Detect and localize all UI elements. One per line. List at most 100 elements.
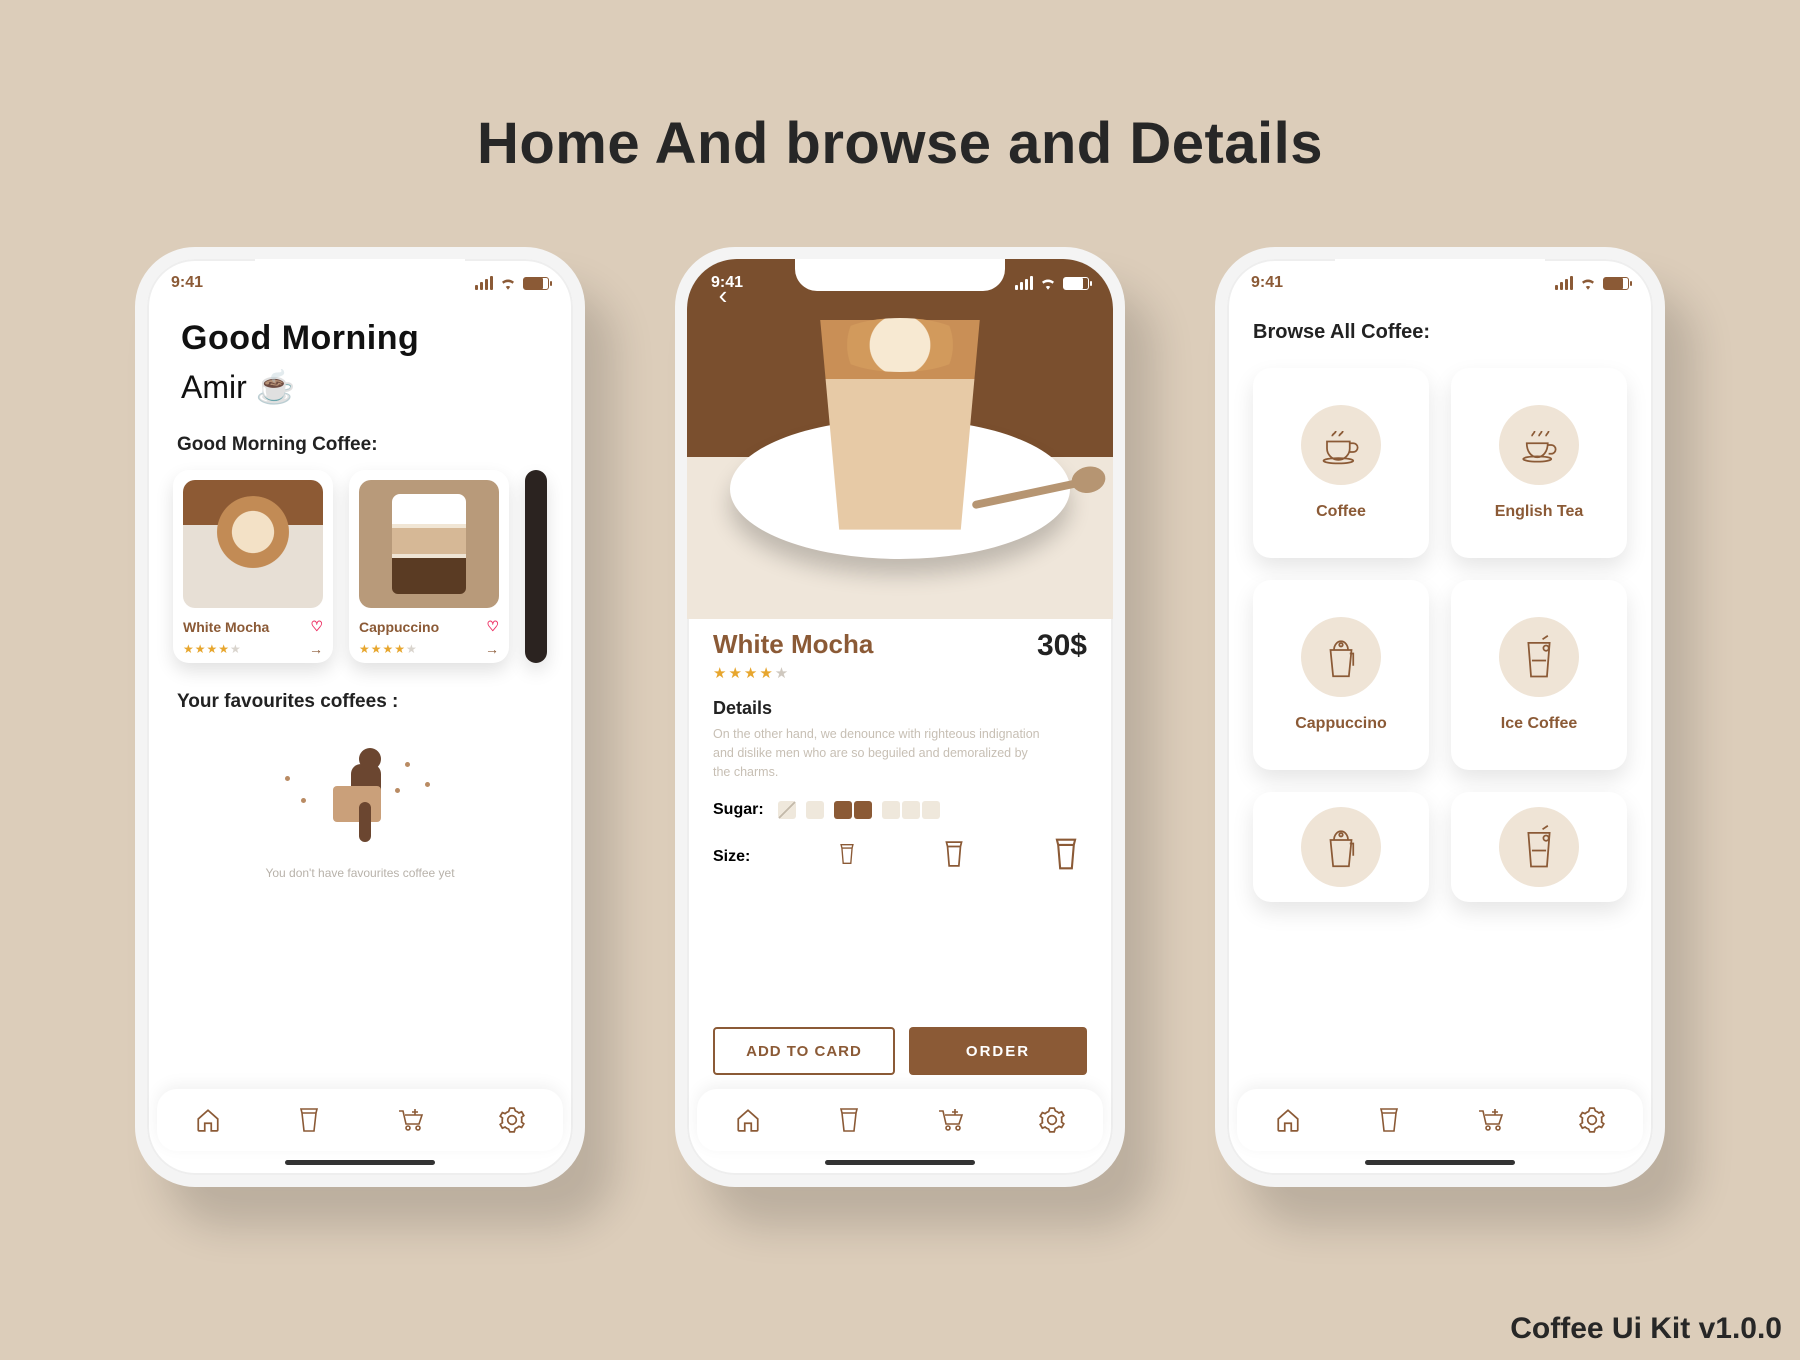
size-small-icon[interactable] [838,843,856,870]
browse-screen: Browse All Coffee: Coffee English Tea [1227,259,1653,1175]
coffee-card[interactable]: Cappuccino ♡ ★★★★★ → [349,470,509,663]
status-time: 9:41 [171,274,203,292]
category-label: English Tea [1495,503,1584,521]
status-icons [1555,276,1629,290]
order-button[interactable]: ORDER [909,1027,1087,1075]
empty-illustration [315,742,405,852]
tab-settings[interactable] [1030,1098,1074,1142]
page-title: Home And browse and Details [0,0,1800,177]
coffee-thumb [359,480,499,608]
coffee-card-peek[interactable] [525,470,547,663]
favourites-empty-caption: You don't have favourites coffee yet [265,866,454,880]
heart-icon[interactable]: ♡ [310,618,323,635]
phone-detail: 9:41 ‹ White Mocha ★★★★★ 30$ Details On … [675,247,1125,1187]
detail-body: White Mocha ★★★★★ 30$ Details On the oth… [713,629,1087,1075]
product-hero-image [687,259,1113,619]
category-label: Cappuccino [1295,715,1387,733]
coffee-card[interactable]: White Mocha ♡ ★★★★★ → [173,470,333,663]
rating-stars: ★★★★★ [359,642,418,656]
sugar-option-none[interactable] [778,801,796,819]
product-description: On the other hand, we denounce with righ… [713,725,1043,781]
product-price: 30$ [1037,629,1087,663]
arrow-right-icon[interactable]: → [485,641,499,657]
phones-stage: 9:41 Good Morning Amir ☕ Good Morning Co… [0,247,1800,1187]
category-card-english-tea[interactable]: English Tea [1451,368,1627,558]
category-card[interactable] [1451,792,1627,902]
tab-coffee[interactable] [827,1098,871,1142]
product-title: White Mocha [713,629,873,660]
tab-cart[interactable] [929,1098,973,1142]
cappuccino-icon [1301,807,1381,887]
home-indicator [1365,1160,1515,1165]
sugar-option-3[interactable] [882,801,940,819]
section-fav-label: Your favourites coffees : [177,691,547,713]
status-bar: 9:41 [171,269,549,297]
tab-settings[interactable] [1570,1098,1614,1142]
home-screen: Good Morning Amir ☕ Good Morning Coffee:… [147,259,573,1175]
back-button[interactable]: ‹ [705,277,741,313]
cappuccino-icon [1301,617,1381,697]
coffee-name: Cappuccino [359,619,439,635]
status-bar: 9:41 [711,269,1089,297]
sugar-row: Sugar: [713,801,1087,819]
greeting-line2: Amir ☕ [181,368,547,406]
phone-browse: 9:41 Browse All Coffee: Coffee [1215,247,1665,1187]
category-label: Coffee [1316,503,1366,521]
sugar-option-1[interactable] [806,801,824,819]
kit-version-label: Coffee Ui Kit v1.0.0 [1510,1312,1782,1346]
categories-grid: Coffee English Tea Cappuccino [1253,368,1627,902]
tab-home[interactable] [1266,1098,1310,1142]
sugar-option-2-selected[interactable] [834,801,872,819]
size-medium-icon[interactable] [943,840,965,873]
size-row: Size: [713,837,1087,876]
category-card[interactable] [1253,792,1429,902]
size-label: Size: [713,848,750,866]
morning-cards-row: White Mocha ♡ ★★★★★ → Cappuccino ♡ [173,470,547,663]
battery-icon [1603,277,1629,290]
cta-row: ADD TO CARD ORDER [713,1027,1087,1075]
phone-home: 9:41 Good Morning Amir ☕ Good Morning Co… [135,247,585,1187]
tab-home[interactable] [186,1098,230,1142]
category-card-coffee[interactable]: Coffee [1253,368,1429,558]
status-time: 9:41 [1251,274,1283,292]
status-bar: 9:41 [1251,269,1629,297]
tab-coffee[interactable] [1367,1098,1411,1142]
details-heading: Details [713,698,1087,719]
wifi-icon [499,276,517,290]
greeting-line1: Good Morning [181,319,547,358]
signal-icon [1015,276,1033,290]
category-card-ice-coffee[interactable]: Ice Coffee [1451,580,1627,770]
tab-home[interactable] [726,1098,770,1142]
battery-icon [1063,277,1089,290]
tab-bar [697,1089,1103,1151]
status-icons [1015,276,1089,290]
section-morning-label: Good Morning Coffee: [177,434,547,456]
tab-cart[interactable] [389,1098,433,1142]
coffee-thumb [183,480,323,608]
coffee-name: White Mocha [183,619,269,635]
tab-bar [1237,1089,1643,1151]
wifi-icon [1039,276,1057,290]
coffee-cup-icon [1301,405,1381,485]
rating-stars: ★★★★★ [713,664,873,682]
add-to-cart-button[interactable]: ADD TO CARD [713,1027,895,1075]
sugar-label: Sugar: [713,801,764,819]
favourites-empty-state: You don't have favourites coffee yet [173,731,547,891]
rating-stars: ★★★★★ [183,642,242,656]
tab-cart[interactable] [1469,1098,1513,1142]
signal-icon [475,276,493,290]
ice-coffee-icon [1499,617,1579,697]
category-card-cappuccino[interactable]: Cappuccino [1253,580,1429,770]
wifi-icon [1579,276,1597,290]
ice-coffee-icon [1499,807,1579,887]
heart-icon[interactable]: ♡ [486,618,499,635]
home-indicator [825,1160,975,1165]
category-label: Ice Coffee [1501,715,1577,733]
tab-coffee[interactable] [287,1098,331,1142]
arrow-right-icon[interactable]: → [309,641,323,657]
tab-settings[interactable] [490,1098,534,1142]
status-icons [475,276,549,290]
signal-icon [1555,276,1573,290]
size-large-icon[interactable] [1053,837,1079,876]
browse-heading: Browse All Coffee: [1253,321,1627,344]
